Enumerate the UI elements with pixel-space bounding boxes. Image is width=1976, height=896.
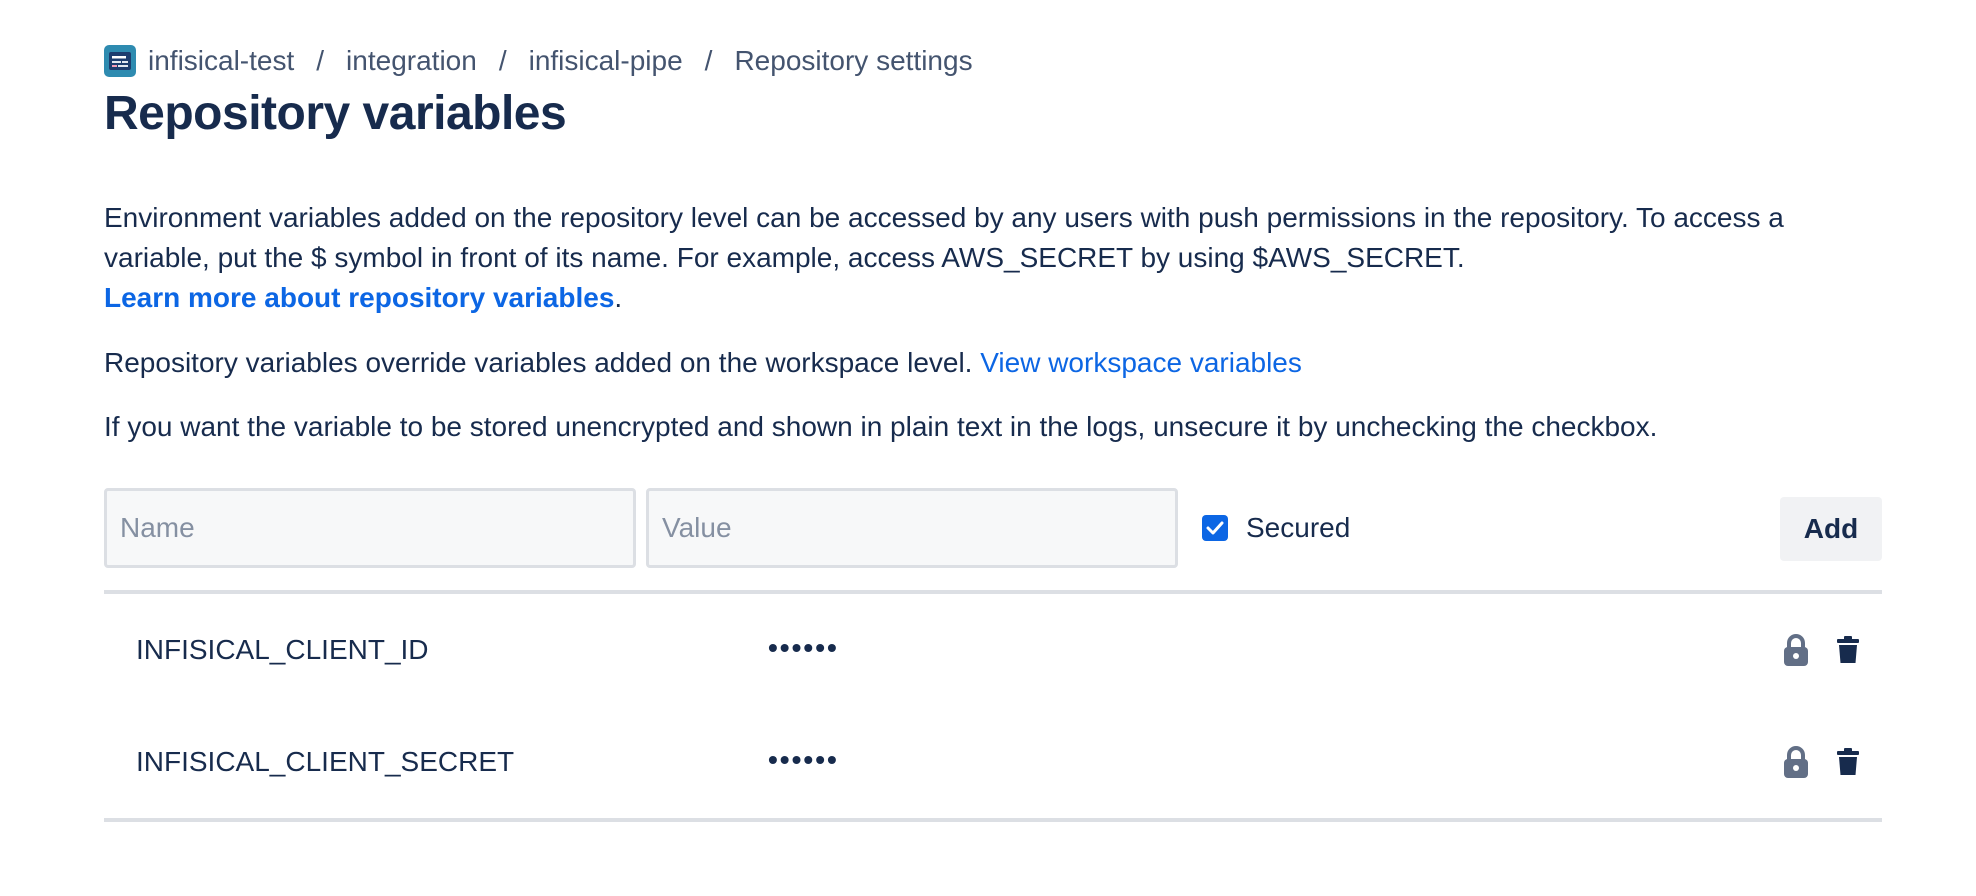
description-text: Environment variables added on the repos… — [104, 202, 1784, 273]
variable-name: INFISICAL_CLIENT_SECRET — [136, 746, 515, 777]
learn-more-link[interactable]: Learn more about repository variables — [104, 282, 614, 313]
breadcrumb-project-link[interactable]: integration — [346, 45, 477, 77]
trash-icon[interactable] — [1832, 742, 1864, 782]
lock-icon[interactable] — [1780, 630, 1812, 670]
learn-more-suffix: . — [614, 282, 623, 313]
breadcrumb: infisical-test / integration / infisical… — [104, 42, 973, 80]
checkmark-icon — [1206, 521, 1224, 535]
breadcrumb-separator: / — [704, 45, 713, 76]
variable-value-input[interactable] — [646, 488, 1178, 568]
unsecure-hint-paragraph: If you want the variable to be stored un… — [104, 411, 1658, 442]
add-variable-button[interactable]: Add — [1780, 497, 1882, 561]
trash-icon[interactable] — [1832, 630, 1864, 670]
secured-checkbox[interactable] — [1202, 515, 1228, 541]
breadcrumb-workspace-link[interactable]: infisical-test — [148, 45, 294, 77]
variable-masked-value: •••••• — [768, 632, 839, 663]
table-row: INFISICAL_CLIENT_SECRET •••••• — [104, 706, 1882, 818]
table-row: INFISICAL_CLIENT_ID •••••• — [104, 594, 1882, 706]
override-text: Repository variables override variables … — [104, 347, 981, 378]
override-paragraph: Repository variables override variables … — [104, 343, 1302, 383]
page-title: Repository variables — [104, 87, 567, 140]
add-variable-form: Secured Add — [104, 488, 1882, 568]
row-actions — [1780, 594, 1864, 706]
description-paragraph: Environment variables added on the repos… — [104, 198, 1882, 318]
breadcrumb-separator: / — [316, 45, 325, 76]
breadcrumb-settings-link[interactable]: Repository settings — [734, 45, 972, 77]
secured-label: Secured — [1246, 512, 1351, 543]
breadcrumb-repository-link[interactable]: infisical-pipe — [529, 45, 683, 77]
secured-checkbox-wrapper[interactable]: Secured — [1202, 488, 1350, 568]
variables-table: INFISICAL_CLIENT_ID •••••• INFISICAL_CLI… — [104, 590, 1882, 822]
breadcrumb-separator: / — [498, 45, 507, 76]
lock-icon[interactable] — [1780, 742, 1812, 782]
repository-avatar-icon — [104, 45, 136, 77]
variable-masked-value: •••••• — [768, 744, 839, 775]
variable-name-input[interactable] — [104, 488, 636, 568]
row-actions — [1780, 706, 1864, 818]
view-workspace-variables-link[interactable]: View workspace variables — [980, 347, 1302, 378]
variable-name: INFISICAL_CLIENT_ID — [136, 634, 429, 665]
